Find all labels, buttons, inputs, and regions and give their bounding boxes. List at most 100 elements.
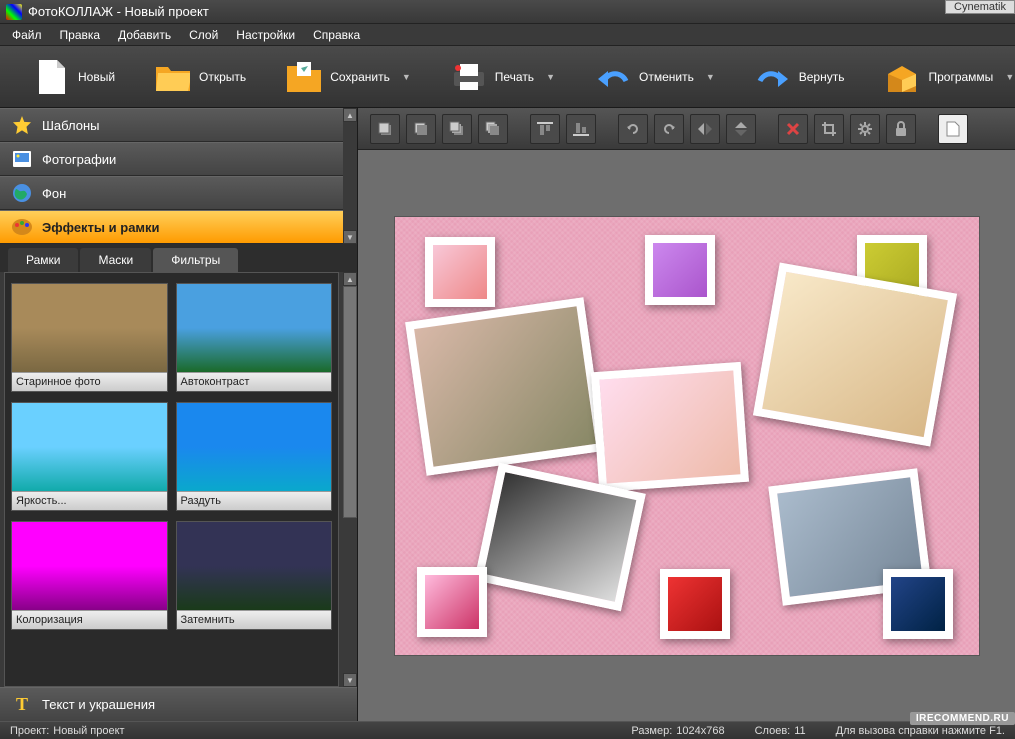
text-label: Текст и украшения	[42, 697, 155, 712]
programs-button[interactable]: Программы ▼	[870, 53, 1015, 101]
align-bottom-button[interactable]	[566, 114, 596, 144]
redo-button[interactable]: Вернуть	[741, 53, 859, 101]
palette-icon	[12, 217, 32, 237]
templates-label: Шаблоны	[42, 118, 100, 133]
scroll-up-icon[interactable]: ▲	[343, 272, 357, 286]
send-backward-button[interactable]	[478, 114, 508, 144]
filter-label: Старинное фото	[12, 372, 167, 391]
programs-label: Программы	[928, 70, 993, 84]
settings-button[interactable]	[850, 114, 880, 144]
filter-label: Раздуть	[177, 491, 332, 510]
statusbar: Проект: Новый проект Размер: 1024x768 Сл…	[0, 721, 1015, 739]
delete-button[interactable]	[778, 114, 808, 144]
filter-darken[interactable]: Затемнить	[176, 521, 333, 630]
globe-icon	[12, 183, 32, 203]
sidebar-item-background[interactable]: Фон	[0, 176, 343, 210]
scroll-up-icon[interactable]: ▲	[343, 108, 357, 122]
send-back-button[interactable]	[406, 114, 436, 144]
save-icon	[286, 59, 322, 95]
open-button[interactable]: Открыть	[141, 53, 260, 101]
photo-icon	[12, 149, 32, 169]
scroll-down-icon[interactable]: ▼	[343, 230, 357, 244]
new-label: Новый	[78, 70, 115, 84]
tab-masks[interactable]: Маски	[80, 248, 151, 272]
filter-colorize[interactable]: Колоризация	[11, 521, 168, 630]
flip-vertical-button[interactable]	[726, 114, 756, 144]
print-button[interactable]: Печать ▼	[437, 53, 569, 101]
canvas-viewport[interactable]	[358, 150, 1015, 721]
menu-layer[interactable]: Слой	[181, 25, 226, 45]
status-layers: Слоев: 11	[755, 725, 806, 737]
filter-thumb	[12, 403, 167, 491]
new-page-button[interactable]	[938, 114, 968, 144]
undo-label: Отменить	[639, 70, 694, 84]
canvas-area	[358, 108, 1015, 721]
collage-photo[interactable]	[883, 569, 953, 639]
filter-inflate[interactable]: Раздуть	[176, 402, 333, 511]
rotate-right-button[interactable]	[654, 114, 684, 144]
filter-autocontrast[interactable]: Автоконтраст	[176, 283, 333, 392]
filter-label: Яркость...	[12, 491, 167, 510]
undo-button[interactable]: Отменить ▼	[581, 53, 729, 101]
sidebar-item-effects[interactable]: Эффекты и рамки	[0, 210, 343, 244]
filter-sepia[interactable]: Старинное фото	[11, 283, 168, 392]
rotate-left-button[interactable]	[618, 114, 648, 144]
titlebar: ФотоКОЛЛАЖ - Новый проект	[0, 0, 1015, 24]
filter-thumb	[177, 403, 332, 491]
status-project: Проект: Новый проект	[10, 725, 125, 737]
bring-forward-button[interactable]	[442, 114, 472, 144]
collage-canvas[interactable]	[394, 216, 980, 656]
nav-scrollbar[interactable]: ▲ ▼	[343, 108, 357, 244]
tab-filters[interactable]: Фильтры	[153, 248, 238, 272]
new-button[interactable]: Новый	[20, 53, 129, 101]
chevron-down-icon: ▼	[546, 72, 555, 82]
save-button[interactable]: Сохранить ▼	[272, 53, 425, 101]
filter-label: Автоконтраст	[177, 372, 332, 391]
flip-horizontal-button[interactable]	[690, 114, 720, 144]
sidebar-item-photos[interactable]: Фотографии	[0, 142, 343, 176]
align-top-button[interactable]	[530, 114, 560, 144]
collage-photo[interactable]	[590, 361, 748, 491]
filter-scrollbar[interactable]: ▲ ▼	[343, 272, 357, 687]
window-title: ФотоКОЛЛАЖ - Новый проект	[28, 4, 209, 19]
menu-edit[interactable]: Правка	[52, 25, 109, 45]
watermark-bottom: IRECOMMEND.RU	[910, 712, 1015, 725]
tab-frames[interactable]: Рамки	[8, 248, 78, 272]
menu-add[interactable]: Добавить	[110, 25, 179, 45]
collage-photo[interactable]	[660, 569, 730, 639]
filter-thumb	[12, 284, 167, 372]
star-icon	[12, 115, 32, 135]
box-icon	[884, 59, 920, 95]
sidebar-item-templates[interactable]: Шаблоны	[0, 108, 343, 142]
undo-icon	[595, 59, 631, 95]
effects-label: Эффекты и рамки	[42, 220, 160, 235]
chevron-down-icon: ▼	[1005, 72, 1014, 82]
text-icon: T	[12, 695, 32, 715]
collage-photo[interactable]	[405, 297, 605, 476]
collage-photo[interactable]	[417, 567, 487, 637]
watermark-top: Cynematik	[945, 0, 1015, 14]
open-folder-icon	[155, 59, 191, 95]
sidebar: Шаблоны Фотографии Фон Эффекты и рамки ▲	[0, 108, 358, 721]
menu-settings[interactable]: Настройки	[228, 25, 303, 45]
crop-button[interactable]	[814, 114, 844, 144]
menu-help[interactable]: Справка	[305, 25, 368, 45]
filter-thumb	[177, 284, 332, 372]
lock-button[interactable]	[886, 114, 916, 144]
status-size: Размер: 1024x768	[631, 725, 724, 737]
chevron-down-icon: ▼	[402, 72, 411, 82]
filter-thumb	[12, 522, 167, 610]
collage-photo[interactable]	[425, 237, 495, 307]
scroll-down-icon[interactable]: ▼	[343, 673, 357, 687]
print-label: Печать	[495, 70, 534, 84]
app-icon	[6, 4, 22, 20]
chevron-down-icon: ▼	[706, 72, 715, 82]
bring-front-button[interactable]	[370, 114, 400, 144]
filter-label: Колоризация	[12, 610, 167, 629]
collage-photo[interactable]	[752, 262, 956, 446]
filter-brightness[interactable]: Яркость...	[11, 402, 168, 511]
menu-file[interactable]: Файл	[4, 25, 50, 45]
redo-label: Вернуть	[799, 70, 845, 84]
sidebar-item-text[interactable]: T Текст и украшения	[0, 687, 357, 721]
collage-photo[interactable]	[645, 235, 715, 305]
